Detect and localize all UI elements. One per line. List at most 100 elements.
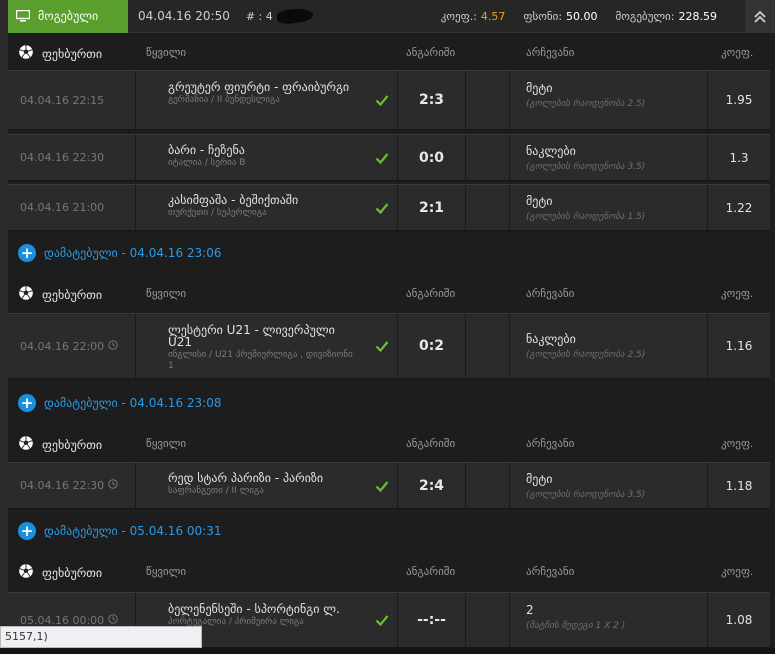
sport-label: ფეხბურთი bbox=[18, 435, 102, 454]
win-value: 228.59 bbox=[678, 9, 717, 23]
col-score: ანგარიში bbox=[406, 287, 456, 300]
added-bet-link[interactable]: + დამატებული - 05.04.16 00:31 bbox=[18, 522, 221, 540]
col-score: ანგარიში bbox=[406, 46, 456, 59]
bet-selection: ნაკლები (გოლების რაოდენობა 2.5) bbox=[510, 314, 708, 378]
checkmark-icon bbox=[375, 479, 389, 496]
win-label: მოგებული: bbox=[615, 9, 675, 23]
sport-label: ფეხბურთი bbox=[18, 563, 102, 582]
bet-odd: 1.08 bbox=[725, 613, 753, 627]
win-stat: მოგებული: 228.59 bbox=[616, 10, 717, 23]
col-event: წყვილი bbox=[146, 287, 187, 300]
bet-row: 04.04.16 22:00 ლესტერი U21 - ლივერპული U… bbox=[8, 313, 770, 379]
browser-status-tooltip: 5157,1) bbox=[0, 626, 202, 648]
ticket-panel: მოგებული 04.04.16 20:50 # : 4 კოეფ.: 4.5… bbox=[0, 0, 775, 654]
bet-odd: 1.18 bbox=[725, 478, 753, 493]
added-bet-link[interactable]: + დამატებული - 04.04.16 23:06 bbox=[18, 244, 221, 262]
blank-cell bbox=[466, 314, 510, 378]
bet-selection: მეტი (გოლების რაოდენობა 3.5) bbox=[510, 463, 708, 508]
clock-icon bbox=[108, 613, 118, 627]
event-league: ინგლისი / U21 პრემიერლიგა , დივიზიონი 1 bbox=[168, 350, 353, 371]
blank-cell bbox=[466, 463, 510, 508]
selection-pick: მეტი bbox=[526, 194, 553, 208]
event-name: რედ სტარ პარიზი - პარიზი bbox=[168, 471, 324, 485]
sport-name: ფეხბურთი bbox=[42, 287, 103, 302]
bet-date-text: 04.04.16 22:30 bbox=[20, 151, 105, 164]
redaction-scribble bbox=[276, 7, 314, 25]
event-league: პორტუგალია / პრიმეირა ლიგა bbox=[168, 617, 304, 627]
bet-row: 04.04.16 22:30 რედ სტარ პარიზი - პარიზი … bbox=[8, 462, 770, 509]
event-name: ბარი - ჩეზენა bbox=[168, 143, 245, 157]
col-selection: არჩევანი bbox=[526, 287, 575, 300]
selection-market: (გოლების რაოდენობა 2.5) bbox=[526, 350, 646, 360]
col-score: ანგარიში bbox=[406, 565, 456, 578]
col-selection: არჩევანი bbox=[526, 46, 575, 59]
col-event: წყვილი bbox=[146, 565, 187, 578]
bet-score: 0:2 bbox=[398, 314, 466, 378]
section-header: ფეხბურთი წყვილი ანგარიში არჩევანი კოეფ. bbox=[8, 554, 775, 588]
monitor-icon bbox=[16, 10, 30, 22]
blank-cell bbox=[466, 71, 510, 129]
soccer-ball-icon bbox=[18, 285, 34, 304]
col-event: წყვილი bbox=[146, 46, 187, 59]
bet-score: 2:3 bbox=[398, 71, 466, 129]
event-name: ბელენენსეში - სპორტინგი ლ. bbox=[168, 602, 340, 616]
bet-date: 04.04.16 21:00 bbox=[8, 185, 136, 230]
won-status-badge: მოგებული bbox=[8, 0, 128, 33]
col-coef: კოეფ. bbox=[721, 46, 754, 59]
clock-icon bbox=[108, 339, 118, 353]
bet-date-text: 04.04.16 21:00 bbox=[20, 201, 105, 214]
coef-stat: კოეფ.: 4.57 bbox=[441, 10, 506, 23]
bet-date: 04.04.16 22:30 bbox=[8, 463, 136, 508]
selection-pick: მეტი bbox=[526, 81, 553, 95]
won-status-label: მოგებული bbox=[38, 9, 99, 23]
plus-circle-icon: + bbox=[18, 522, 36, 540]
bet-row: 04.04.16 22:15 გრეუტერ ფიურტი - ფრაიბურგ… bbox=[8, 70, 770, 130]
bet-event: გრეუტერ ფიურტი - ფრაიბურგი გერმანია / II… bbox=[136, 71, 398, 129]
bet-score: 2:4 bbox=[398, 463, 466, 508]
selection-market: (გოლების რაოდენობა 1.5) bbox=[526, 212, 646, 222]
bet-row: 04.04.16 22:30 ბარი - ჩეზენა იტალია / სე… bbox=[8, 134, 770, 181]
added-label: დამატებული - 05.04.16 00:31 bbox=[44, 524, 222, 538]
col-selection: არჩევანი bbox=[526, 565, 575, 578]
blank-cell bbox=[466, 185, 510, 230]
bet-odd: 1.16 bbox=[725, 339, 753, 353]
bottom-edge bbox=[0, 648, 775, 654]
plus-circle-icon: + bbox=[18, 394, 36, 412]
soccer-ball-icon bbox=[18, 563, 34, 582]
col-event: წყვილი bbox=[146, 437, 187, 450]
double-chevron-up-icon bbox=[754, 10, 766, 23]
ticket-date: 04.04.16 20:50 bbox=[138, 9, 230, 23]
bet-date-text: 04.04.16 22:30 bbox=[20, 479, 105, 492]
added-label: დამატებული - 04.04.16 23:08 bbox=[44, 396, 222, 410]
soccer-ball-icon bbox=[18, 435, 34, 454]
col-score: ანგარიში bbox=[406, 437, 456, 450]
event-league: იტალია / სერია B bbox=[168, 158, 246, 168]
event-league: გერმანია / II ბუნდესლიგა bbox=[168, 95, 280, 105]
ticket-summary-bar: მოგებული 04.04.16 20:50 # : 4 კოეფ.: 4.5… bbox=[8, 0, 775, 33]
bet-event: ბარი - ჩეზენა იტალია / სერია B bbox=[136, 135, 398, 180]
coef-value: 4.57 bbox=[480, 9, 506, 23]
bet-selection: 2 (მატჩის შედეგი 1 X 2 ) bbox=[510, 593, 708, 647]
selection-pick: ნაკლები bbox=[526, 144, 576, 158]
blank-cell bbox=[466, 593, 510, 647]
bet-date: 04.04.16 22:00 bbox=[8, 314, 136, 378]
event-league: თურქეთი / სუპერლიგა bbox=[168, 208, 267, 218]
bet-event: კასიმფაშა - ბეშიქთაში თურქეთი / სუპერლიგ… bbox=[136, 185, 398, 230]
sport-label: ფეხბურთი bbox=[18, 44, 102, 63]
bet-odd: 1.3 bbox=[729, 150, 749, 165]
soccer-ball-icon bbox=[18, 44, 34, 63]
added-bet-link[interactable]: + დამატებული - 04.04.16 23:08 bbox=[18, 394, 221, 412]
selection-market: (გოლების რაოდენობა 2.5) bbox=[526, 99, 646, 109]
sport-name: ფეხბურთი bbox=[42, 437, 103, 452]
section-header: ფეხბურთი წყვილი ანგარიში არჩევანი კოეფ. bbox=[8, 276, 775, 310]
ticket-id-text: # : 4 bbox=[245, 9, 273, 23]
checkmark-icon bbox=[375, 93, 389, 110]
event-name: კასიმფაშა - ბეშიქთაში bbox=[168, 193, 299, 207]
collapse-button[interactable] bbox=[745, 0, 775, 33]
checkmark-icon bbox=[375, 613, 389, 630]
section-header: ფეხბურთი წყვილი ანგარიში არჩევანი კოეფ. bbox=[8, 35, 775, 69]
clock-icon bbox=[108, 479, 118, 492]
checkmark-icon bbox=[375, 151, 389, 168]
bet-date: 04.04.16 22:15 bbox=[8, 71, 136, 129]
sport-label: ფეხბურთი bbox=[18, 285, 102, 304]
